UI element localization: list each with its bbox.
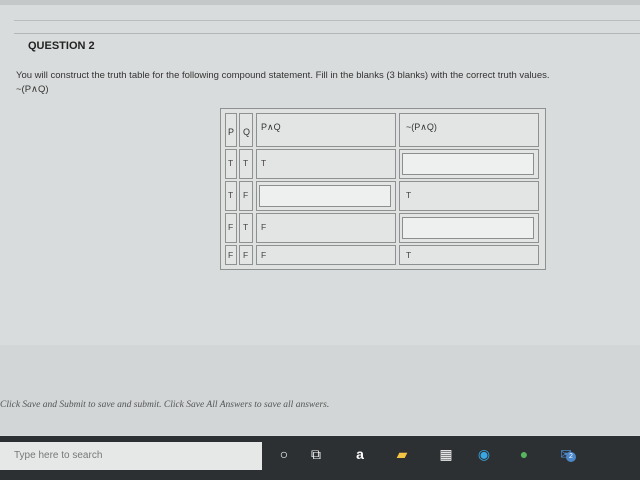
mail-badge: 2 — [566, 452, 576, 462]
chrome-icon[interactable]: ● — [514, 444, 534, 464]
cell-p-and-q: F — [256, 245, 396, 265]
cell-q: T — [239, 213, 253, 243]
divider — [14, 20, 640, 21]
truth-table: P Q P∧Q ~(P∧Q) T T T T F T F T F F F F T — [220, 108, 546, 270]
amazon-icon[interactable]: a — [350, 444, 370, 464]
question-instructions: You will construct the truth table for t… — [16, 70, 550, 81]
taskbar-search[interactable]: Type here to search — [0, 442, 262, 470]
cell-not-p-and-q — [399, 149, 539, 179]
folder-icon[interactable]: ▰ — [392, 444, 412, 464]
store-icon[interactable]: ▦ — [436, 444, 456, 464]
cell-p: T — [225, 181, 237, 211]
top-border — [0, 0, 640, 5]
submit-area — [0, 345, 640, 435]
cell-q: F — [239, 245, 253, 265]
cell-not-p-and-q: T — [399, 245, 539, 265]
divider — [14, 33, 640, 34]
cell-q: T — [239, 149, 253, 179]
submit-instructions: Click Save and Submit to save and submit… — [0, 400, 330, 410]
header-not-p-and-q: ~(P∧Q) — [399, 113, 539, 147]
cell-not-p-and-q: T — [399, 181, 539, 211]
question-title: QUESTION 2 — [28, 40, 95, 52]
header-p-and-q: P∧Q — [256, 113, 396, 147]
cell-p-and-q: T — [256, 149, 396, 179]
task-view-icon[interactable]: ⧉ — [306, 444, 326, 464]
cell-not-p-and-q — [399, 213, 539, 243]
compound-statement: ~(P∧Q) — [16, 84, 49, 95]
answer-input-row2[interactable] — [259, 185, 391, 207]
cell-p-and-q: F — [256, 213, 396, 243]
cell-p: F — [225, 213, 237, 243]
answer-input-row3[interactable] — [402, 217, 534, 239]
edge-icon[interactable]: ◉ — [474, 444, 494, 464]
cell-p-and-q — [256, 181, 396, 211]
header-p: P — [225, 113, 237, 147]
cortana-icon[interactable]: ○ — [274, 444, 294, 464]
cell-p: T — [225, 149, 237, 179]
header-q: Q — [239, 113, 253, 147]
cell-p: F — [225, 245, 237, 265]
search-placeholder: Type here to search — [14, 450, 103, 461]
cell-q: F — [239, 181, 253, 211]
answer-input-row1[interactable] — [402, 153, 534, 175]
